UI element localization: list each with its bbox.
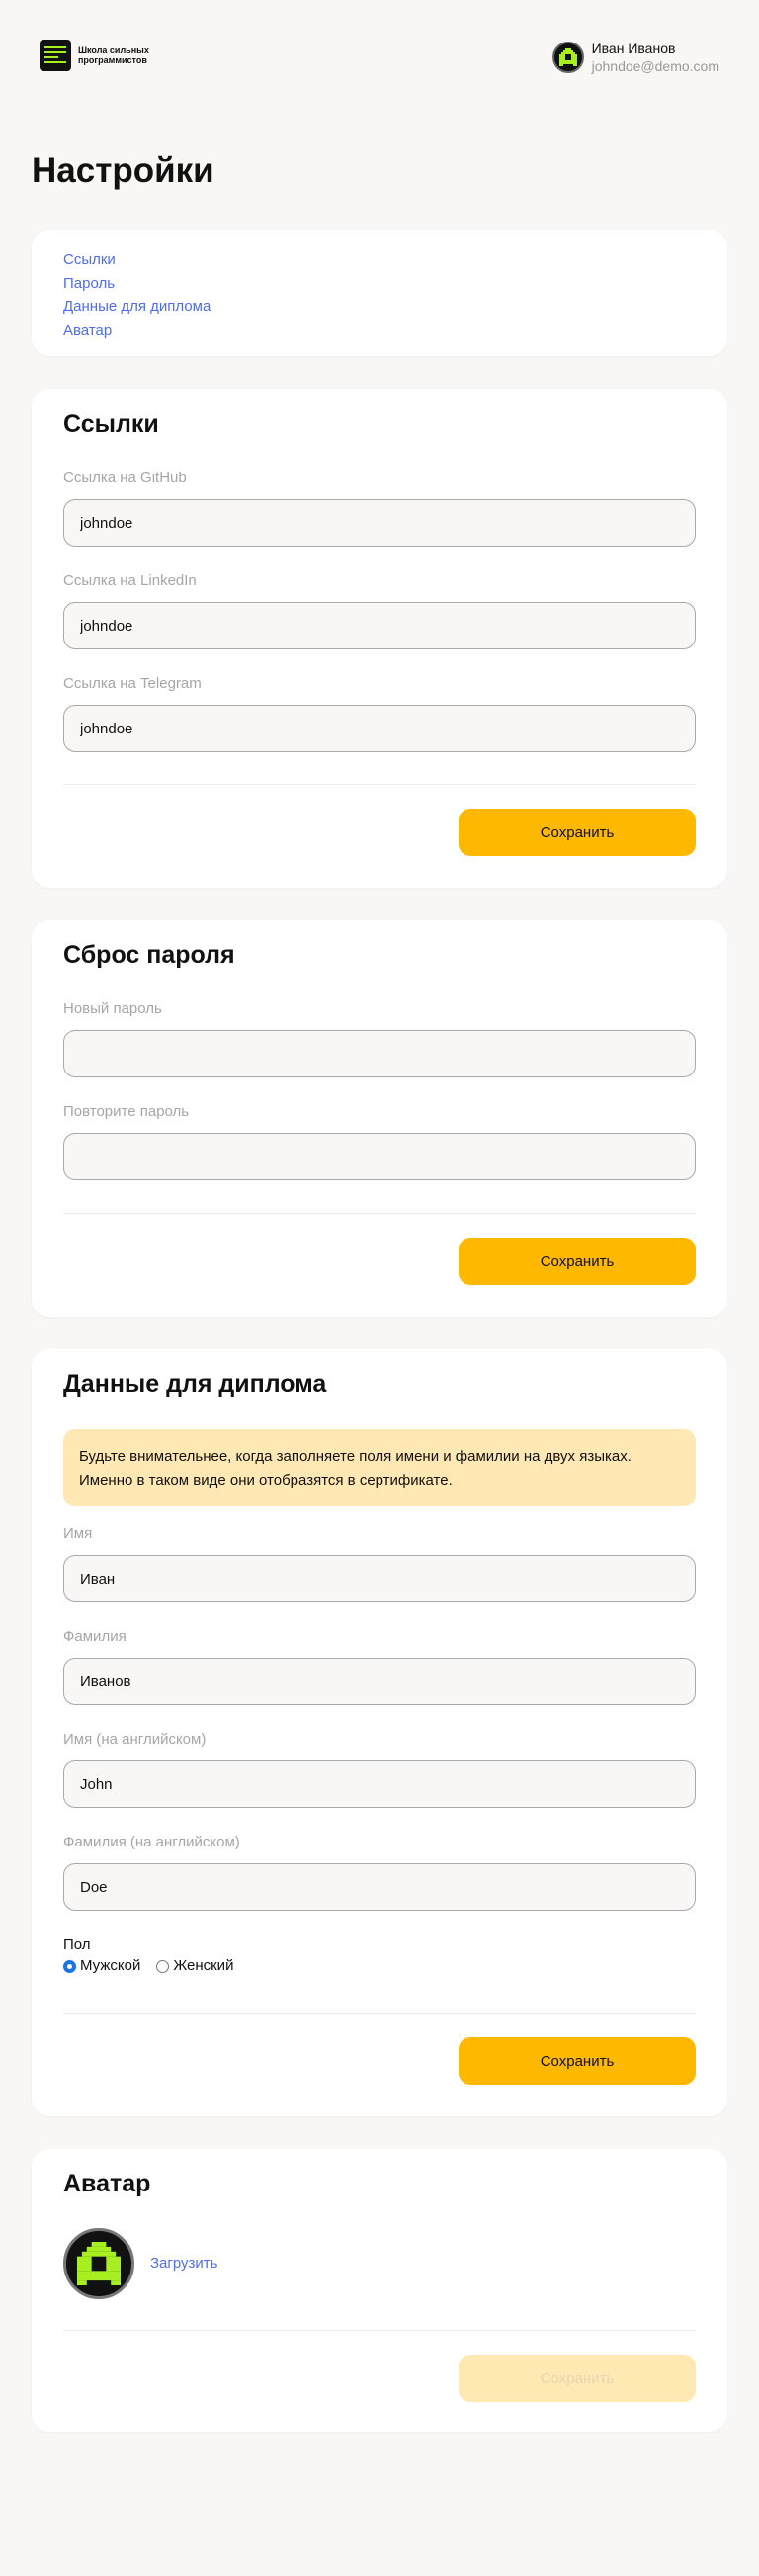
gender-option-label: Мужской (80, 1957, 141, 1974)
repeat-password-label: Повторите пароль (63, 1103, 190, 1120)
top-header: Школа сильных программистов Иван Иванов … (0, 0, 759, 117)
github-label: Ссылка на GitHub (63, 470, 187, 486)
diploma-card: Данные для диплома Будьте внимательнее, … (32, 1349, 727, 2116)
new-password-label: Новый пароль (63, 1000, 162, 1017)
settings-nav: Ссылки Пароль Данные для диплома Аватар (32, 230, 727, 356)
user-avatar (551, 42, 584, 73)
radio-button[interactable] (156, 1959, 170, 1973)
last-name-label: Фамилия (63, 1628, 126, 1645)
new-password-input[interactable] (63, 1030, 696, 1077)
nav-item-diploma[interactable]: Данные для диплома (63, 296, 696, 319)
gender-label: Пол (63, 1936, 91, 1953)
divider (63, 2013, 696, 2014)
links-save-button[interactable]: Сохранить (459, 809, 696, 856)
first-name-label: Имя (63, 1525, 93, 1542)
first-name-en-label: Имя (на английском) (63, 1731, 207, 1748)
telegram-input[interactable] (63, 705, 696, 752)
school-logo[interactable]: Школа сильных программистов (40, 40, 167, 71)
avatar-image (63, 2228, 134, 2299)
password-title: Сброс пароля (63, 941, 235, 969)
diploma-save-button[interactable]: Сохранить (459, 2037, 696, 2085)
gender-option-label: Женский (173, 1957, 234, 1974)
password-card: Сброс пароля Новый пароль Повторите паро… (32, 920, 727, 1317)
avatar-save-button[interactable]: Сохранить (459, 2355, 696, 2402)
terminal-lines-icon (40, 40, 71, 71)
diploma-notice: Будьте внимательнее, когда заполняете по… (63, 1429, 696, 1506)
radio-button-checked[interactable] (63, 1959, 76, 1973)
first-name-en-input[interactable] (63, 1760, 696, 1808)
last-name-en-input[interactable] (63, 1863, 696, 1911)
gender-radio-group: Мужской Женский (63, 1956, 233, 1976)
avatar-title: Аватар (63, 2170, 151, 2197)
gender-option-female[interactable]: Женский (156, 1956, 233, 1976)
upload-avatar-link[interactable]: Загрузить (150, 2254, 218, 2274)
linkedin-label: Ссылка на LinkedIn (63, 572, 197, 589)
first-name-input[interactable] (63, 1555, 696, 1602)
nav-item-links[interactable]: Ссылки (63, 248, 696, 272)
space-invader-icon (77, 2242, 121, 2285)
links-card: Ссылки Ссылка на GitHub Ссылка на Linked… (32, 389, 727, 888)
nav-item-password[interactable]: Пароль (63, 272, 696, 296)
telegram-label: Ссылка на Telegram (63, 675, 202, 692)
github-input[interactable] (63, 499, 696, 547)
gender-option-male[interactable]: Мужской (63, 1956, 140, 1976)
divider (63, 784, 696, 785)
last-name-input[interactable] (63, 1658, 696, 1705)
divider (63, 2330, 696, 2331)
diploma-title: Данные для диплома (63, 1370, 327, 1398)
divider (63, 1213, 696, 1214)
logo-text: Школа сильных программистов (78, 45, 149, 65)
password-save-button[interactable]: Сохранить (459, 1238, 696, 1285)
links-title: Ссылки (63, 410, 159, 438)
page-title: Настройки (32, 151, 214, 190)
avatar-card: Аватар Загрузить Сохранить (32, 2149, 727, 2432)
user-name: Иван Иванов (591, 41, 676, 56)
user-email: johndoe@demo.com (591, 58, 719, 74)
nav-item-avatar[interactable]: Аватар (63, 319, 696, 343)
user-menu[interactable]: Иван Иванов johndoe@demo.com (551, 40, 719, 75)
last-name-en-label: Фамилия (на английском) (63, 1834, 240, 1850)
space-invader-icon (558, 48, 577, 66)
repeat-password-input[interactable] (63, 1133, 696, 1180)
linkedin-input[interactable] (63, 602, 696, 649)
